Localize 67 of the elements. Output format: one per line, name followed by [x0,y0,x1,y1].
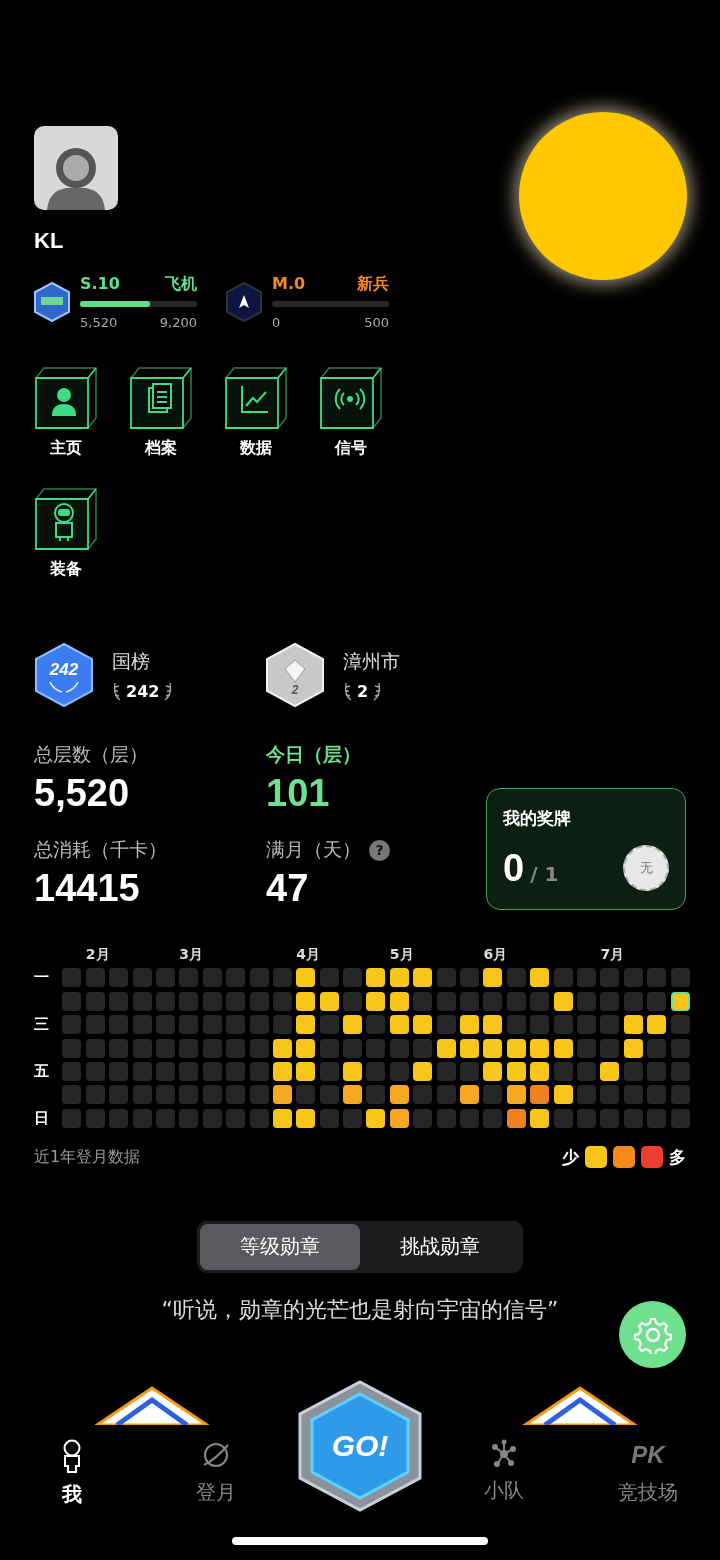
nav-tab[interactable]: PK 竞技场 [576,1425,720,1560]
nav-tab[interactable]: 登月 [144,1425,288,1560]
weekday-label: 五 [34,1061,50,1081]
avatar-image[interactable] [34,126,118,210]
nav-tab[interactable]: 小队 [432,1425,576,1560]
nav-tab[interactable]: 我 [0,1425,144,1560]
ranking-title: 漳州市 [343,649,400,674]
card-title: 我的奖牌 [503,807,572,830]
pk-icon: PK [631,1439,665,1471]
chart-cube-icon[interactable] [224,366,288,430]
laurel-icon [112,681,122,701]
stat-label: 满月（天） [266,837,361,862]
level-code: S.10 [80,274,120,295]
stat-label: 总消耗（千卡） [34,837,167,862]
laurel-icon [163,681,174,701]
stat-value: 14415 [34,867,141,910]
settings-icon [633,1315,672,1354]
stat-label: 今日（层） [266,742,361,767]
rank-badge: 242 [34,642,94,708]
menu-label[interactable]: 装备 [50,559,82,580]
help-icon[interactable]: ? [369,839,390,861]
person-cube-icon[interactable] [34,366,98,430]
month-label: 4月 [296,946,316,964]
ranking-title: 国榜 [112,649,151,674]
network-icon [489,1439,519,1469]
level-target: 500 [364,315,389,330]
menu-label[interactable]: 数据 [240,438,272,459]
astronaut-cube-icon[interactable] [34,487,98,551]
legend-high: 多 [669,1145,686,1169]
level-title: 新兵 [357,274,389,295]
emblem-badge-icon [34,282,70,322]
month-label: 3月 [179,946,199,964]
segment-tab[interactable]: 挑战勋章 [360,1223,520,1270]
stat-value: 101 [266,772,331,815]
stat-label: 总层数（层） [34,742,148,767]
month-label: 7月 [600,946,620,964]
weekday-label: 日 [34,1108,50,1128]
menu-label[interactable]: 信号 [335,438,367,459]
rank-badge: 2 [265,642,325,708]
signal-cube-icon[interactable] [319,366,383,430]
user-name: KL [34,228,64,254]
menu-label[interactable]: 档案 [145,438,177,459]
level-current: 5,520 [80,315,118,330]
rank-number: 2 [357,681,369,701]
level-current: 0 [272,315,281,330]
laurel-icon [343,681,353,701]
medal-count: 0 [503,846,525,889]
arrow-badge-icon [226,282,262,322]
medal-placeholder: 无 [623,845,669,891]
month-label: 6月 [483,946,503,964]
level-title: 飞机 [165,274,197,295]
segment-tab[interactable]: 等级勋章 [200,1223,360,1270]
legend-low: 少 [562,1145,579,1169]
level-code: M.0 [272,274,306,295]
stat-value: 47 [266,867,310,910]
heatmap-caption: 近1年登月数据 [34,1146,141,1168]
medal-total: / 1 [530,861,559,886]
laurel-icon [372,681,383,701]
medal-card[interactable]: 我的奖牌 0/ 1 无 [486,788,686,910]
rank-number: 242 [126,681,160,701]
weekday-label: 三 [34,1015,50,1035]
quote-text: “听说，勋章的光芒也是射向宇宙的信号” [161,1295,559,1324]
stat-value: 5,520 [34,772,131,815]
document-cube-icon[interactable] [129,366,193,430]
weekday-label: 一 [34,968,50,988]
menu-label[interactable]: 主页 [50,438,82,459]
level-target: 9,200 [159,315,197,330]
